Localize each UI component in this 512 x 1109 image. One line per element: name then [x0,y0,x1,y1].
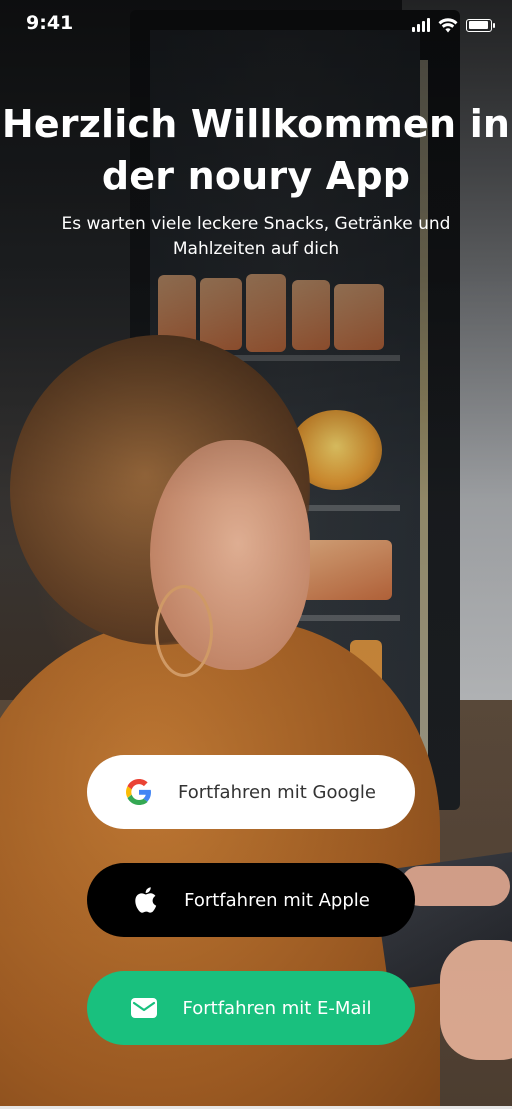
battery-icon [466,18,495,32]
wifi-icon [438,17,458,32]
welcome-title: Herzlich Willkommen in der noury App [0,98,512,202]
continue-with-email-button[interactable]: Fortfahren mit E-Mail [87,971,415,1045]
apple-button-label: Fortfahren mit Apple [184,889,370,911]
welcome-title-line: der noury App [101,154,411,198]
google-icon [126,779,152,805]
welcome-screen: 9:41 Herzlich Willkommen in der noury Ap… [0,0,512,1109]
status-icons [412,16,495,34]
status-time: 9:41 [26,12,74,34]
google-button-label: Fortfahren mit Google [178,781,376,803]
apple-icon [132,887,158,913]
continue-with-apple-button[interactable]: Fortfahren mit Apple [87,863,415,937]
mail-icon [130,995,157,1021]
welcome-title-line: Herzlich Willkommen in [1,102,511,146]
status-bar: 9:41 [0,0,512,46]
welcome-subtitle: Es warten viele leckere Snacks, Getränke… [61,214,451,259]
cellular-signal-icon [412,18,430,32]
email-button-label: Fortfahren mit E-Mail [182,997,372,1019]
continue-with-google-button[interactable]: Fortfahren mit Google [87,755,415,829]
